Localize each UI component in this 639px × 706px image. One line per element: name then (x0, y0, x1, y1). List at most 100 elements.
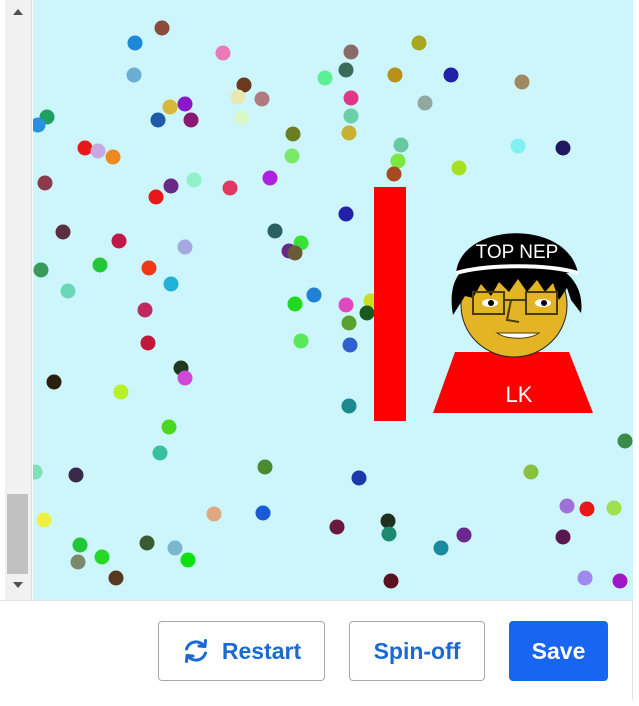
confetti-dot (329, 519, 345, 535)
confetti-dot (163, 276, 179, 292)
scrollbar-thumb[interactable] (7, 494, 28, 574)
confetti-dot (111, 233, 127, 249)
confetti-dot (287, 296, 303, 312)
spin-off-label: Spin-off (373, 637, 461, 664)
confetti-dot (287, 245, 303, 261)
red-bar (374, 187, 406, 421)
confetti-dot (390, 153, 406, 169)
confetti-dot (387, 67, 403, 83)
confetti-dot (113, 384, 129, 400)
confetti-dot (411, 35, 427, 51)
confetti-dot (162, 99, 178, 115)
confetti-dot (514, 74, 530, 90)
confetti-dot (262, 170, 278, 186)
confetti-dot (306, 287, 322, 303)
confetti-dot (60, 283, 76, 299)
confetti-dot (342, 337, 358, 353)
confetti-dot (343, 108, 359, 124)
confetti-dot (555, 529, 571, 545)
confetti-dot (90, 143, 106, 159)
drawing-canvas[interactable]: LK TOP NEP (33, 0, 633, 600)
hat-label: TOP NEP (476, 242, 559, 263)
confetti-dot (140, 335, 156, 351)
confetti-dot (341, 398, 357, 414)
confetti-dot (163, 178, 179, 194)
confetti-dot (559, 498, 575, 514)
scroll-down-arrow-icon[interactable] (13, 582, 23, 588)
confetti-dot (222, 180, 238, 196)
confetti-dot (510, 138, 526, 154)
confetti-dot (46, 374, 62, 390)
confetti-dot (92, 257, 108, 273)
confetti-dot (148, 189, 164, 205)
confetti-dot (456, 527, 472, 543)
confetti-dot (433, 540, 449, 556)
confetti-dot (606, 500, 622, 516)
confetti-dot (139, 535, 155, 551)
program-output-frame: LK TOP NEP Restart Spin-off Save (0, 0, 639, 706)
vertical-scrollbar[interactable] (5, 0, 32, 600)
confetti-dot (150, 112, 166, 128)
confetti-dot (317, 70, 333, 86)
confetti-dot (108, 570, 124, 586)
confetti-dot (341, 125, 357, 141)
confetti-dot (70, 554, 86, 570)
restart-label: Restart (221, 637, 302, 664)
confetti-dot (341, 315, 357, 331)
confetti-dot (443, 67, 459, 83)
confetti-dot (393, 137, 409, 153)
confetti-dot (137, 302, 153, 318)
confetti-dot (141, 260, 157, 276)
confetti-dot (380, 513, 396, 529)
character: LK TOP NEP (433, 233, 593, 413)
confetti-dot (381, 526, 397, 542)
confetti-dot (215, 45, 231, 61)
confetti-dot (285, 126, 301, 142)
confetti-dot (343, 44, 359, 60)
restart-icon (184, 639, 207, 663)
confetti-dot (68, 467, 84, 483)
confetti-dot (154, 20, 170, 36)
right-pupil (541, 300, 547, 306)
confetti-dot (177, 239, 193, 255)
confetti-dot (36, 512, 52, 528)
confetti-dot (161, 419, 177, 435)
canvas-drawing: LK TOP NEP (33, 20, 633, 589)
confetti-dot (33, 464, 43, 480)
confetti-dot (105, 149, 121, 165)
confetti-dot (230, 89, 246, 105)
confetti-dot (127, 35, 143, 51)
save-button[interactable]: Save (509, 621, 608, 681)
left-pupil (488, 300, 494, 306)
confetti-dot (126, 67, 142, 83)
confetti-dot (72, 537, 88, 553)
spin-off-button[interactable]: Spin-off (349, 621, 485, 681)
confetti-dot (206, 506, 222, 522)
confetti-dot (386, 166, 402, 182)
confetti-dot (37, 175, 53, 191)
confetti-dot (55, 224, 71, 240)
shirt-label: LK (506, 382, 533, 407)
confetti-dot (617, 433, 633, 449)
scroll-up-arrow-icon[interactable] (13, 9, 23, 15)
confetti-dot (523, 464, 539, 480)
program-toolbar: Restart Spin-off Save (0, 600, 633, 700)
confetti-dot (257, 459, 273, 475)
confetti-dot (254, 91, 270, 107)
confetti-dot (234, 110, 250, 126)
confetti-dot (183, 112, 199, 128)
confetti-dot (338, 62, 354, 78)
confetti-dot (180, 552, 196, 568)
save-label: Save (531, 637, 586, 664)
confetti-dot (186, 172, 202, 188)
confetti-dot (94, 549, 110, 565)
confetti-dot (177, 370, 193, 386)
confetti-dot (612, 573, 628, 589)
confetti-dot (577, 570, 593, 586)
confetti-dot (338, 297, 354, 313)
confetti-dot (284, 148, 300, 164)
restart-button[interactable]: Restart (158, 621, 325, 681)
confetti-dot (343, 90, 359, 106)
confetti-dot (338, 206, 354, 222)
confetti-dot (177, 96, 193, 112)
